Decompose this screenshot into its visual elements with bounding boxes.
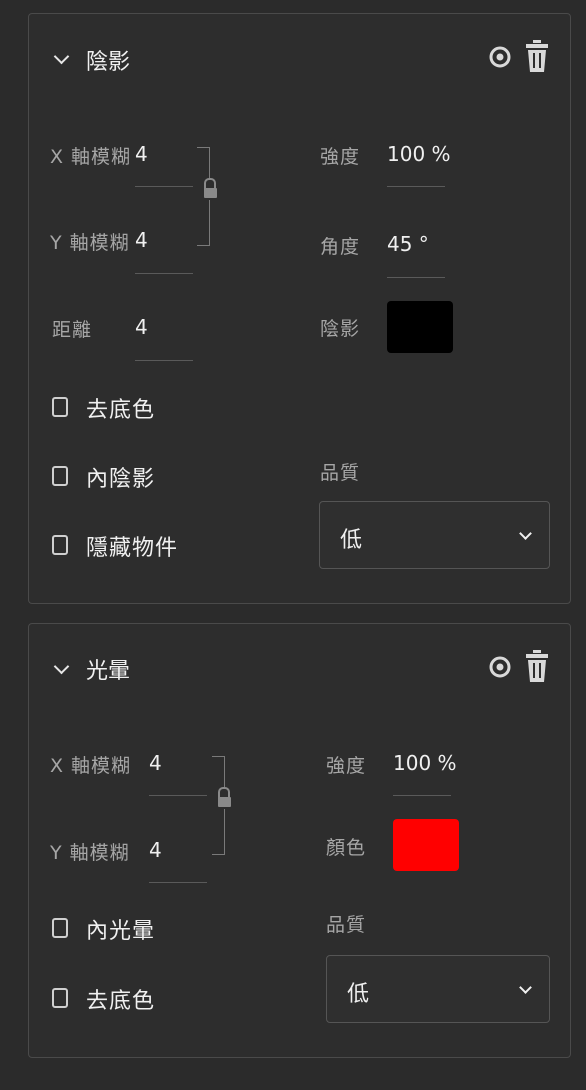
shadow-distance-underline bbox=[135, 360, 193, 361]
remove-bg-label: 去底色 bbox=[86, 398, 156, 423]
inner-shadow-checkbox[interactable] bbox=[52, 466, 68, 486]
shadow-strength-underline bbox=[387, 186, 445, 187]
glow-title: 光暈 bbox=[86, 659, 131, 684]
shadow-distance-input[interactable]: 4 bbox=[135, 315, 148, 339]
eye-icon[interactable] bbox=[489, 656, 511, 678]
shadow-color-label: 陰影 bbox=[320, 318, 361, 340]
shadow-panel: 陰影 X 軸模糊 4 Y 軸模糊 4 距離 4 強度 100 % 角度 45 °… bbox=[28, 13, 571, 604]
hide-object-label: 隱藏物件 bbox=[86, 536, 179, 561]
shadow-strength-label: 強度 bbox=[320, 146, 361, 168]
inner-glow-label: 內光暈 bbox=[86, 919, 156, 944]
glow-y-blur-input[interactable]: 4 bbox=[149, 838, 162, 862]
chevron-down-icon bbox=[519, 527, 532, 540]
glow-color-label: 顏色 bbox=[326, 837, 367, 859]
glow-x-blur-underline bbox=[149, 795, 207, 796]
glow-x-blur-label: X 軸模糊 bbox=[50, 755, 132, 777]
inner-glow-checkbox[interactable] bbox=[52, 918, 68, 938]
shadow-distance-label: 距離 bbox=[52, 319, 93, 341]
shadow-angle-label: 角度 bbox=[320, 236, 361, 258]
shadow-x-blur-label: X 軸模糊 bbox=[50, 146, 132, 168]
shadow-angle-underline bbox=[387, 277, 445, 278]
unlock-icon[interactable] bbox=[203, 178, 219, 200]
glow-strength-input[interactable]: 100 % bbox=[393, 751, 457, 775]
eye-icon[interactable] bbox=[489, 46, 511, 68]
shadow-angle-input[interactable]: 45 ° bbox=[387, 232, 429, 256]
shadow-quality-label: 品質 bbox=[320, 462, 361, 484]
glow-y-blur-underline bbox=[149, 882, 207, 883]
trash-icon[interactable] bbox=[526, 650, 548, 682]
glow-strength-underline bbox=[393, 795, 451, 796]
shadow-y-blur-underline bbox=[135, 273, 193, 274]
glow-panel: 光暈 X 軸模糊 4 Y 軸模糊 4 強度 100 % 顏色 內光暈 去底色 品… bbox=[28, 623, 571, 1058]
shadow-x-blur-input[interactable]: 4 bbox=[135, 142, 148, 166]
glow-remove-bg-checkbox[interactable] bbox=[52, 988, 68, 1008]
glow-quality-value: 低 bbox=[347, 982, 370, 1007]
glow-y-blur-label: Y 軸模糊 bbox=[50, 842, 130, 864]
shadow-y-blur-input[interactable]: 4 bbox=[135, 228, 148, 252]
shadow-quality-value: 低 bbox=[340, 528, 363, 553]
inner-shadow-label: 內陰影 bbox=[86, 467, 156, 492]
remove-bg-checkbox[interactable] bbox=[52, 397, 68, 417]
glow-strength-label: 強度 bbox=[326, 755, 367, 777]
shadow-color-swatch[interactable] bbox=[387, 301, 453, 353]
glow-collapse-chevron-icon[interactable] bbox=[53, 658, 70, 675]
chevron-down-icon bbox=[519, 981, 532, 994]
glow-quality-select[interactable]: 低 bbox=[326, 955, 550, 1023]
unlock-icon[interactable] bbox=[217, 787, 233, 809]
shadow-x-blur-underline bbox=[135, 186, 193, 187]
glow-quality-label: 品質 bbox=[326, 914, 367, 936]
trash-icon[interactable] bbox=[526, 40, 548, 72]
hide-object-checkbox[interactable] bbox=[52, 535, 68, 555]
glow-color-swatch[interactable] bbox=[393, 819, 459, 871]
shadow-y-blur-label: Y 軸模糊 bbox=[50, 232, 130, 254]
shadow-collapse-chevron-icon[interactable] bbox=[53, 48, 70, 65]
glow-remove-bg-label: 去底色 bbox=[86, 989, 156, 1014]
shadow-quality-select[interactable]: 低 bbox=[319, 501, 550, 569]
shadow-strength-input[interactable]: 100 % bbox=[387, 142, 451, 166]
glow-x-blur-input[interactable]: 4 bbox=[149, 751, 162, 775]
shadow-title: 陰影 bbox=[86, 50, 131, 75]
